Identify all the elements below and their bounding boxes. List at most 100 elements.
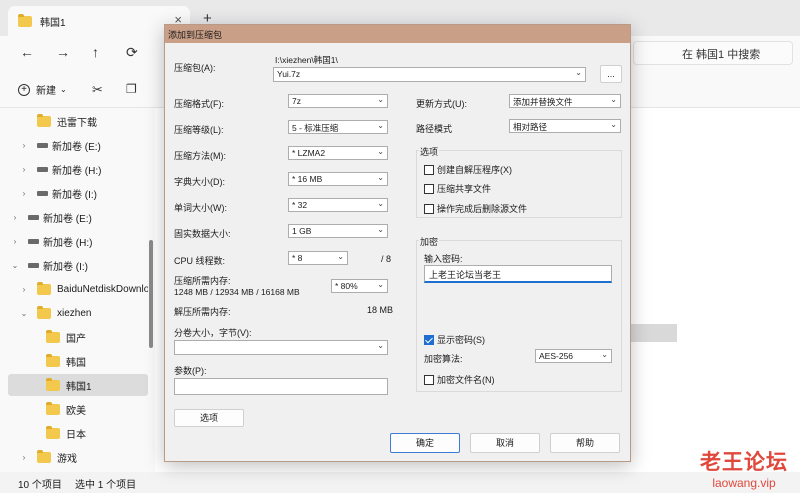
search-input[interactable]: 在 韩国1 中搜索	[633, 41, 793, 65]
chevron-down-icon: ⌄	[377, 147, 384, 156]
format-select[interactable]: 7z ⌄	[288, 94, 388, 108]
level-value: 5 - 标准压缩	[292, 123, 339, 133]
nav-pane-scrollbar[interactable]	[149, 240, 153, 348]
chevron-down-icon: ⌄	[377, 280, 384, 289]
show-password-checkbox[interactable]: 显示密码(S)	[424, 333, 485, 346]
threads-label: CPU 线程数:	[174, 256, 226, 266]
level-select[interactable]: 5 - 标准压缩 ⌄	[288, 120, 388, 134]
dictionary-select[interactable]: * 16 MB ⌄	[288, 172, 388, 186]
sidebar-item-label: 韩国	[66, 357, 86, 369]
checkbox-box	[424, 183, 434, 194]
sidebar-item[interactable]: › 新加卷 (H:)	[8, 158, 148, 180]
parameters-input[interactable]	[174, 378, 388, 395]
sidebar-item[interactable]: › 新加卷 (I:)	[8, 182, 148, 204]
folder-icon	[37, 281, 51, 295]
folder-icon	[46, 377, 60, 391]
delete-source-checkbox-label: 操作完成后删除源文件	[437, 204, 528, 214]
sidebar-item[interactable]: 日本	[8, 422, 148, 444]
drive-icon	[37, 166, 48, 172]
watermark-url: laowang.vip	[712, 476, 776, 490]
chevron-down-icon: ⌄	[337, 252, 344, 261]
sidebar-item[interactable]: › 新加卷 (H:)	[8, 230, 148, 252]
drive-icon	[28, 238, 39, 244]
word-size-select[interactable]: * 32 ⌄	[288, 198, 388, 212]
sidebar-item[interactable]: 迅雷下载	[8, 110, 148, 132]
refresh-icon[interactable]: ⟳	[126, 44, 138, 60]
options-button[interactable]: 选项	[174, 409, 244, 427]
browse-button[interactable]: ...	[600, 65, 622, 83]
path-mode-select[interactable]: 相对路径 ⌄	[509, 119, 621, 133]
drive-icon	[28, 262, 39, 268]
help-button[interactable]: 帮助	[550, 433, 620, 453]
update-mode-select[interactable]: 添加并替换文件 ⌄	[509, 94, 621, 108]
chevron-down-icon: ⌄	[610, 120, 617, 129]
solid-size-select[interactable]: 1 GB ⌄	[288, 224, 388, 238]
chevron-right-icon[interactable]: ›	[19, 189, 29, 198]
sidebar-item-label: xiezhen	[57, 307, 92, 319]
chevron-right-icon[interactable]: ›	[19, 453, 29, 462]
method-select[interactable]: * LZMA2 ⌄	[288, 146, 388, 160]
sidebar-item-label: 国产	[66, 333, 86, 345]
sidebar-item[interactable]: › 新加卷 (E:)	[8, 206, 148, 228]
sidebar-item-label: 新加卷 (E:)	[52, 141, 101, 153]
chevron-right-icon[interactable]: ›	[19, 165, 29, 174]
up-arrow-icon[interactable]: ↑	[92, 44, 99, 60]
checkbox-box	[424, 374, 434, 385]
sfx-checkbox[interactable]: 创建自解压程序(X)	[424, 163, 512, 176]
sidebar-item-label: 欧美	[66, 405, 86, 417]
encryption-group-title: 加密	[419, 235, 440, 248]
split-size-select[interactable]: ⌄	[174, 340, 388, 355]
sidebar-item[interactable]: 韩国	[8, 350, 148, 372]
archive-name-combo[interactable]: Yui.7z ⌄	[273, 67, 586, 82]
format-value: 7z	[292, 96, 301, 106]
chevron-down-icon[interactable]: ⌄	[19, 309, 29, 318]
sidebar-item[interactable]: ⌄ 新加卷 (I:)	[8, 254, 148, 276]
chevron-down-icon: ⌄	[575, 68, 582, 77]
encrypt-filenames-checkbox[interactable]: 加密文件名(N)	[424, 373, 495, 386]
dialog-titlebar[interactable]: 添加到压缩包	[165, 25, 630, 43]
new-button[interactable]: + 新建 ⌄	[18, 82, 67, 97]
memory-label: 压缩所需内存:	[174, 276, 231, 286]
sidebar-item[interactable]: › BaiduNetdiskDownloa	[8, 278, 148, 300]
back-arrow-icon[interactable]: ←	[20, 44, 34, 60]
cancel-button[interactable]: 取消	[470, 433, 540, 453]
selection-count: 选中 1 个项目	[75, 480, 137, 491]
chevron-right-icon[interactable]: ›	[10, 213, 20, 222]
sidebar-item-label: 游戏	[57, 453, 77, 465]
sidebar-item[interactable]: ⌄ xiezhen	[8, 302, 148, 324]
word-size-value: * 32	[292, 200, 308, 210]
chevron-right-icon[interactable]: ›	[19, 141, 29, 150]
checkbox-checked	[424, 334, 434, 345]
encryption-method-select[interactable]: AES-256 ⌄	[535, 349, 612, 363]
threads-select[interactable]: * 8 ⌄	[288, 251, 348, 265]
selected-file-row[interactable]	[625, 324, 677, 342]
forward-arrow-icon[interactable]: →	[56, 44, 70, 60]
sidebar-item[interactable]: 国产	[8, 326, 148, 348]
tab-korea1[interactable]: 韩国1 ×	[8, 6, 190, 36]
folder-icon	[37, 449, 51, 463]
sidebar-item[interactable]: › 游戏	[8, 446, 148, 468]
archive-name-value: Yui.7z	[277, 69, 301, 79]
sidebar-item[interactable]: 欧美	[8, 398, 148, 420]
scissors-icon[interactable]: ✂	[92, 82, 103, 98]
sidebar-item[interactable]: › 新加卷 (E:)	[8, 134, 148, 156]
chevron-right-icon[interactable]: ›	[19, 285, 29, 294]
chevron-down-icon[interactable]: ⌄	[10, 261, 20, 270]
chevron-right-icon[interactable]: ›	[10, 237, 20, 246]
copy-icon[interactable]: ❐	[126, 82, 137, 96]
sidebar-item-label: 新加卷 (I:)	[52, 189, 97, 201]
ok-button[interactable]: 确定	[390, 433, 460, 453]
chevron-down-icon: ⌄	[60, 85, 67, 94]
plus-icon: +	[18, 83, 30, 96]
folder-icon	[46, 425, 60, 439]
encryption-method-label: 加密算法:	[424, 354, 463, 364]
memory-select[interactable]: * 80% ⌄	[331, 279, 388, 293]
chevron-down-icon: ⌄	[377, 199, 384, 208]
sidebar-item-label: BaiduNetdiskDownloa	[57, 283, 148, 295]
password-input[interactable]: 上老王论坛当老王	[424, 265, 612, 283]
delete-source-checkbox[interactable]: 操作完成后删除源文件	[424, 202, 527, 215]
shared-files-checkbox[interactable]: 压缩共享文件	[424, 182, 491, 195]
new-button-label: 新建	[36, 86, 56, 97]
sidebar-item[interactable]: 韩国1	[8, 374, 148, 396]
threads-value: * 8	[292, 253, 303, 263]
